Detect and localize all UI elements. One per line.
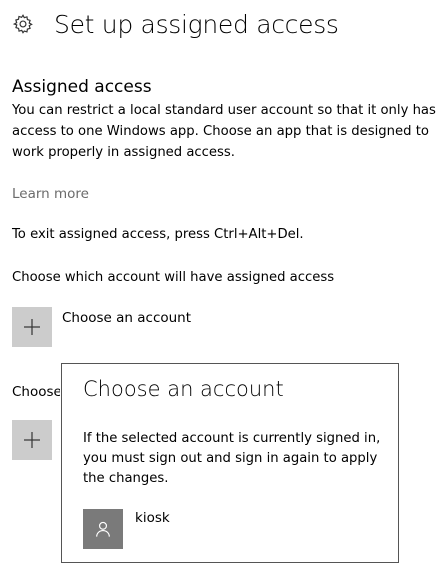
section-description: You can restrict a local standard user a… bbox=[12, 103, 436, 160]
gear-icon bbox=[12, 13, 34, 35]
choose-account-flyout: Choose an account If the selected accoun… bbox=[61, 363, 399, 563]
plus-icon bbox=[24, 432, 40, 448]
user-icon bbox=[96, 521, 110, 537]
page-title: Set up assigned access bbox=[54, 9, 339, 39]
choose-account-heading: Choose which account will have assigned … bbox=[12, 270, 335, 285]
flyout-title: Choose an account bbox=[83, 377, 284, 401]
plus-icon bbox=[24, 319, 40, 335]
choose-app-heading: Choose bbox=[12, 384, 60, 400]
flyout-message: If the selected account is currently sig… bbox=[83, 431, 381, 486]
section-heading: Assigned access bbox=[12, 77, 152, 97]
learn-more-link[interactable]: Learn more bbox=[12, 186, 89, 202]
account-name: kiosk bbox=[135, 510, 170, 526]
exit-instructions: To exit assigned access, press Ctrl+Alt+… bbox=[12, 227, 304, 242]
choose-account-button[interactable] bbox=[12, 307, 52, 347]
avatar bbox=[83, 509, 123, 549]
account-item-kiosk[interactable]: kiosk bbox=[83, 509, 170, 549]
choose-app-button[interactable] bbox=[12, 420, 52, 460]
choose-account-label[interactable]: Choose an account bbox=[62, 310, 191, 326]
page-header: Set up assigned access bbox=[12, 6, 339, 42]
